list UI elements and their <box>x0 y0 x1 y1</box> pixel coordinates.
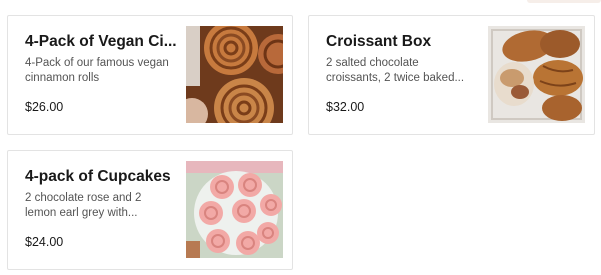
croissant-box-photo <box>488 26 585 123</box>
description-line: 2 salted chocolate <box>326 57 419 69</box>
description-line: croissants, 2 twice baked... <box>326 72 465 84</box>
menu-item-card[interactable]: 4-Pack of Vegan Ci... 4-Pack of our famo… <box>7 15 293 135</box>
menu-item-card[interactable]: 4-pack of Cupcakes 2 chocolate rose and … <box>7 150 293 270</box>
menu-item-price: $24.00 <box>25 235 64 249</box>
description-line: 2 chocolate rose and 2 <box>25 192 142 204</box>
description-line: 4-Pack of our famous vegan <box>25 57 169 69</box>
description-line: cinnamon rolls <box>25 72 100 84</box>
menu-item-price: $32.00 <box>326 100 365 114</box>
description-line: lemon earl grey with... <box>25 207 138 219</box>
menu-item-description: 2 salted chocolate croissants, 2 twice b… <box>326 56 476 86</box>
menu-item-name: Croissant Box <box>326 33 432 50</box>
cupcakes-photo <box>186 161 283 258</box>
menu-item-card[interactable]: Croissant Box 2 salted chocolate croissa… <box>308 15 595 135</box>
menu-item-description: 2 chocolate rose and 2 lemon earl grey w… <box>25 191 175 221</box>
menu-item-price: $26.00 <box>25 100 64 114</box>
menu-item-name: 4-Pack of Vegan Ci... <box>25 33 177 50</box>
menu-item-description: 4-Pack of our famous vegan cinnamon roll… <box>25 56 183 86</box>
cinnamon-rolls-photo <box>186 26 283 123</box>
page-top-edge <box>527 0 601 3</box>
menu-item-name: 4-pack of Cupcakes <box>25 168 171 185</box>
